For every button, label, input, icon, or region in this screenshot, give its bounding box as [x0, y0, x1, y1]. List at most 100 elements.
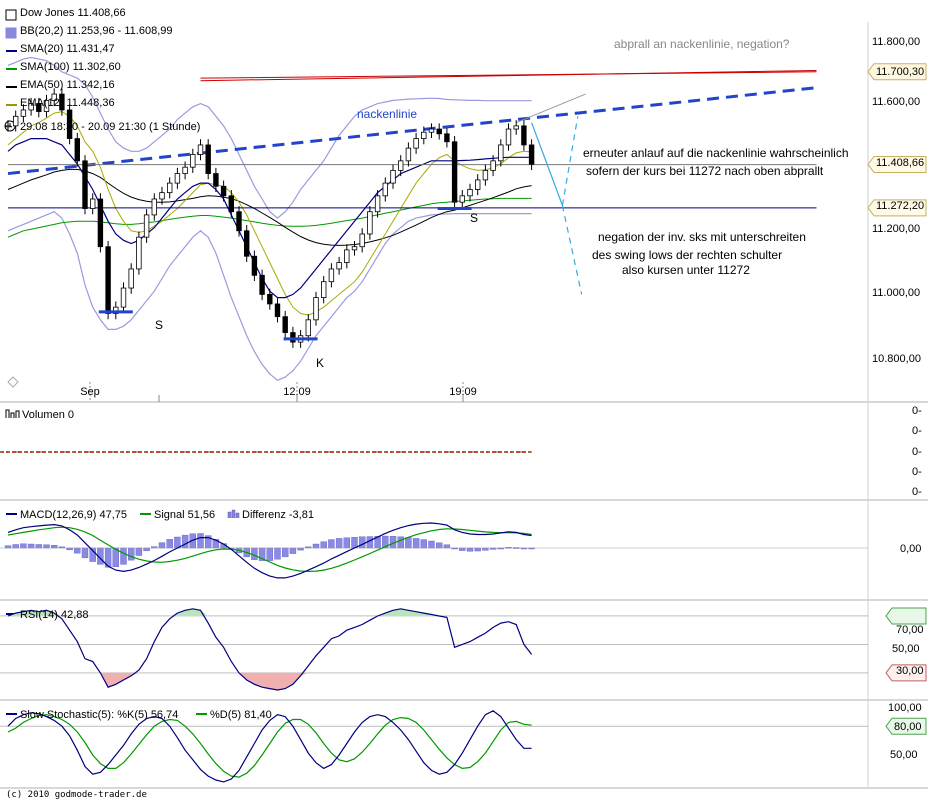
macd-histogram-bar	[121, 548, 127, 564]
volume-label: Volumen 0	[22, 409, 74, 421]
y-tick-main: 11.600,00	[872, 96, 920, 108]
macd-histogram-bar	[336, 538, 342, 548]
y-tick-main: 11.200,00	[872, 223, 920, 235]
price-bar-body	[21, 110, 26, 116]
mark-left-shoulder: S	[155, 318, 163, 332]
price-bar-body	[522, 126, 527, 145]
price-bar-body	[452, 142, 457, 202]
macd-histogram-bar	[405, 537, 411, 548]
macd-histogram-bar	[128, 548, 134, 560]
macd-histogram-bar	[429, 541, 435, 548]
price-panel	[6, 58, 817, 381]
y-tick-volume: 0-	[912, 486, 922, 498]
legend-swatch	[6, 10, 16, 20]
price-tag-11700: 11.700,30	[876, 66, 924, 78]
legend-swatch	[6, 28, 16, 38]
macd-histogram-bar	[398, 537, 404, 548]
macd-histogram-bar	[74, 548, 80, 553]
price-bar-body	[106, 247, 111, 314]
price-bar-body	[291, 333, 296, 343]
macd-histogram-bar	[359, 537, 365, 548]
price-bar-body	[183, 167, 188, 173]
legend-macd: MACD(12,26,9) 47,75	[20, 509, 127, 521]
price-bar-body	[321, 282, 326, 298]
y-tick-volume: 0-	[912, 405, 922, 417]
move-icon	[8, 377, 18, 387]
macd-histogram-bar	[44, 545, 50, 548]
volume-icon	[6, 410, 19, 418]
price-bar-body	[198, 145, 203, 155]
legend-ema50: EMA(50) 11.342,16	[20, 79, 115, 91]
indicator-panels	[0, 452, 868, 782]
price-bar-body	[352, 247, 357, 250]
main-legend: Dow Jones 11.408,66 BB(20,2) 11.253,96 -…	[20, 7, 200, 133]
y-tick-volume: 0-	[912, 466, 922, 478]
price-bar-body	[437, 129, 442, 134]
y-tick-stoch: 100,00	[888, 702, 922, 714]
macd-histogram-bar	[51, 545, 57, 548]
macd-histogram-bar	[328, 540, 334, 548]
price-bar-body	[283, 317, 288, 333]
annotation-abprall: abprall an nackenlinie, negation?	[614, 37, 790, 51]
trendline-projection-up	[516, 94, 585, 123]
macd-histogram-bar	[282, 548, 288, 557]
price-bar-body	[398, 161, 403, 171]
macd-histogram-bar	[28, 544, 34, 548]
macd-histogram-bar	[313, 544, 319, 548]
price-bar-body	[6, 126, 11, 127]
y-tick-stoch: 80,00	[894, 721, 922, 733]
y-tick-stoch: 50,00	[890, 749, 918, 761]
annotation-nackenlinie: nackenlinie	[357, 107, 417, 121]
price-bar-body	[499, 145, 504, 161]
price-bar-body	[229, 196, 234, 212]
legend-signal: Signal 51,56	[154, 509, 215, 521]
annotation-anlauf-2: sofern der kurs bei 11272 nach oben abpr…	[586, 164, 824, 178]
price-bar-body	[214, 174, 219, 187]
projection-down	[532, 123, 563, 206]
annotation-negation-3: also kursen unter 11272	[622, 263, 750, 277]
macd-histogram-bar	[13, 544, 19, 548]
price-bar-body	[83, 161, 88, 209]
price-bar-body	[345, 250, 350, 263]
y-tick-volume: 0-	[912, 425, 922, 437]
legend-stoch-d: %D(5) 81,40	[210, 709, 272, 721]
price-bar-body	[206, 145, 211, 174]
macd-histogram-bar	[20, 544, 26, 548]
macd-histogram-bar	[413, 538, 419, 548]
price-bar-body	[422, 132, 427, 138]
price-bar-body	[98, 199, 103, 247]
legend-ema12: EMA(12) 11.448,36	[20, 97, 115, 109]
price-bar-body	[237, 212, 242, 231]
price-bar-body	[137, 237, 142, 269]
price-bar-body	[329, 269, 334, 282]
legend-differenz: Differenz -3,81	[242, 509, 314, 521]
macd-histogram-bar	[144, 548, 150, 551]
y-tick-main: 11.000,00	[872, 287, 920, 299]
price-tag-11272: 11.272,20	[876, 200, 924, 212]
legend-stoch-k: Slow Stochastic(5): %K(5) 56,74	[20, 709, 178, 721]
price-bar-body	[391, 170, 396, 183]
macd-histogram-bar	[444, 545, 450, 548]
macd-histogram-bar	[182, 535, 188, 548]
price-bar-body	[244, 231, 249, 256]
price-bar-body	[75, 139, 80, 161]
macd-histogram-bar	[82, 548, 88, 558]
macd-histogram-bar	[198, 533, 204, 548]
price-bar-body	[468, 189, 473, 195]
price-bar-body	[152, 199, 157, 215]
price-bar-body	[506, 129, 511, 145]
price-bar-body	[375, 196, 380, 212]
legend-sma20: SMA(20) 11.431,47	[20, 43, 115, 55]
price-bar-body	[221, 186, 226, 196]
x-tick-1909: 19.09	[449, 386, 477, 398]
price-bar-body	[429, 129, 434, 132]
macd-histogram-bar	[421, 540, 427, 548]
macd-histogram-bar	[475, 548, 481, 551]
price-bar-body	[383, 183, 388, 196]
price-bar-body	[160, 193, 165, 199]
y-tick-main: 10.800,00	[872, 353, 921, 365]
price-bar-body	[129, 269, 134, 288]
footer-copyright: (c) 2010 godmode-trader.de	[6, 790, 147, 800]
macd-histogram-bar	[136, 548, 142, 555]
trendline-red-top-2	[201, 71, 817, 81]
